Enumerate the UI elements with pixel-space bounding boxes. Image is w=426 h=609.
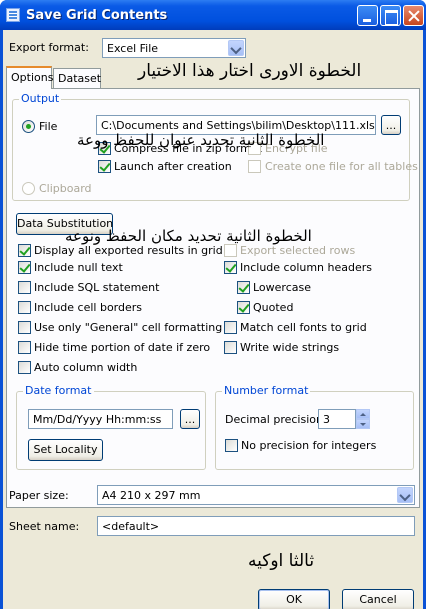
tab-options-label: Options [11, 71, 54, 84]
output-group: Output File C:\Documents and Settings\bi… [12, 92, 418, 201]
grid-app-icon [6, 8, 20, 22]
maximize-icon [381, 6, 400, 25]
file-radio[interactable] [22, 120, 35, 133]
option-label: Export selected rows [240, 244, 356, 257]
option-label: Auto column width [34, 361, 138, 374]
tab-dataset[interactable]: Dataset [53, 68, 101, 88]
option-checkbox[interactable] [237, 301, 250, 314]
option-checkbox[interactable] [18, 261, 31, 274]
number-format-group-title: Number format [222, 384, 311, 397]
dialog-client: Export format: Excel File Options Datase… [3, 30, 423, 609]
cancel-button[interactable]: Cancel [342, 589, 414, 609]
option-label: Lowercase [253, 281, 311, 294]
close-button[interactable] [403, 5, 424, 26]
minimize-icon [358, 6, 377, 25]
paper-size-combo[interactable]: A4 210 x 297 mm [97, 485, 415, 505]
maximize-button[interactable] [380, 5, 401, 26]
clipboard-radio[interactable] [22, 182, 35, 195]
date-format-browse-label: ... [184, 413, 196, 426]
spin-up-icon[interactable] [356, 409, 370, 419]
launch-after-creation-checkbox[interactable] [98, 160, 111, 173]
paper-size-value: A4 210 x 297 mm [102, 489, 201, 502]
option-checkbox[interactable] [18, 281, 31, 294]
option-label: Include column headers [240, 261, 373, 274]
title-bar[interactable]: Save Grid Contents [0, 0, 426, 30]
decimal-precision-label: Decimal precision: [225, 413, 327, 426]
sheet-name-value: <default> [102, 520, 160, 533]
decimal-precision-field[interactable]: 3 [318, 409, 356, 429]
browse-file-label: ... [385, 119, 397, 132]
clipboard-label: Clipboard [39, 182, 92, 195]
set-locality-label: Set Locality [33, 443, 98, 456]
number-format-group: Number format Decimal precision: 3 No pr… [215, 384, 414, 470]
launch-after-creation-label: Launch after creation [114, 160, 232, 173]
chevron-down-icon[interactable] [228, 40, 244, 56]
annotation-step-2: الخطوة الثانية تحديد عنوان للحفظ ووعة [77, 131, 325, 149]
annotation-step-3: الخطوة الثانية تحديد مكان الحفظ ونوعه [65, 227, 312, 245]
tab-dataset-label: Dataset [58, 72, 102, 85]
date-format-group: Date format Mm/Dd/Yyyy Hh:mm:ss ... Set … [16, 384, 206, 470]
option-checkbox[interactable] [224, 261, 237, 274]
decimal-precision-spinner[interactable] [356, 409, 370, 429]
paper-size-label: Paper size: [9, 489, 69, 502]
date-format-field[interactable]: Mm/Dd/Yyyy Hh:mm:ss [28, 409, 173, 429]
option-label: Include cell borders [34, 301, 143, 314]
option-label: Display all exported results in grid [34, 244, 223, 257]
cancel-label: Cancel [359, 593, 397, 606]
annotation-step-1: الخطوة الاورى اختار هذا الاختيار [138, 61, 362, 81]
option-label: Match cell fonts to grid [240, 321, 367, 334]
browse-file-button[interactable]: ... [381, 115, 401, 135]
ok-button[interactable]: OK [258, 589, 330, 609]
export-format-label: Export format: [9, 41, 89, 54]
option-checkbox[interactable] [237, 281, 250, 294]
tab-options[interactable]: Options [6, 66, 54, 89]
option-checkbox[interactable] [18, 341, 31, 354]
close-icon [404, 6, 423, 25]
export-format-value: Excel File [107, 42, 159, 55]
option-label: Use only "General" cell formatting [34, 321, 223, 334]
export-format-combo[interactable]: Excel File [102, 38, 246, 58]
sheet-name-label: Sheet name: [9, 520, 80, 533]
option-label: Include SQL statement [34, 281, 160, 294]
option-label: Hide time portion of date if zero [34, 341, 211, 354]
no-precision-label: No precision for integers [241, 439, 377, 452]
sheet-name-field[interactable]: <default> [97, 516, 415, 536]
date-format-browse-button[interactable]: ... [180, 409, 200, 429]
dialog-window: Save Grid Contents Export format: Excel … [0, 0, 426, 609]
no-precision-checkbox[interactable] [225, 439, 238, 452]
one-file-checkbox[interactable] [248, 160, 261, 173]
option-checkbox[interactable] [18, 301, 31, 314]
set-locality-button[interactable]: Set Locality [28, 439, 103, 461]
one-file-label: Create one file for all tables [265, 160, 418, 173]
option-checkbox[interactable] [18, 321, 31, 334]
option-label: Write wide strings [240, 341, 340, 354]
option-checkbox[interactable] [18, 244, 31, 257]
option-label: Quoted [253, 301, 294, 314]
option-checkbox[interactable] [224, 244, 237, 257]
ok-label: OK [286, 593, 302, 606]
option-label: Include null text [34, 261, 123, 274]
output-group-title: Output [19, 92, 62, 105]
file-label: File [39, 120, 58, 133]
date-format-group-title: Date format [23, 384, 94, 397]
decimal-precision-value: 3 [323, 413, 330, 426]
options-panel: Output File C:\Documents and Settings\bi… [6, 88, 420, 508]
option-checkbox[interactable] [224, 321, 237, 334]
annotation-step-4: ثالثا اوكيه [248, 551, 315, 571]
date-format-value: Mm/Dd/Yyyy Hh:mm:ss [33, 413, 162, 426]
option-checkbox[interactable] [224, 341, 237, 354]
option-checkbox[interactable] [18, 361, 31, 374]
minimize-button[interactable] [357, 5, 378, 26]
chevron-down-icon[interactable] [397, 487, 413, 503]
window-title: Save Grid Contents [26, 8, 168, 23]
spin-down-icon[interactable] [356, 419, 370, 429]
